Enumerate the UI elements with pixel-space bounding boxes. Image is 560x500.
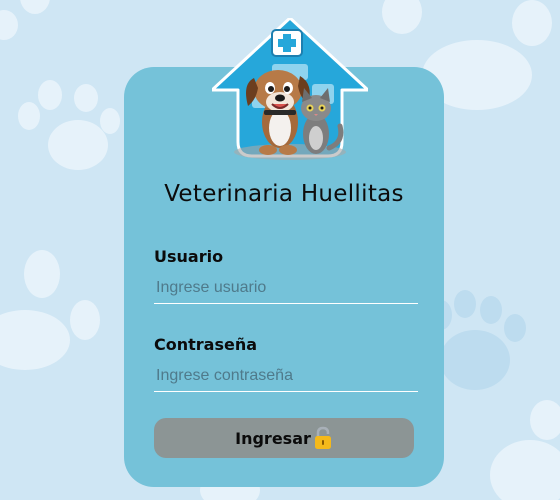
password-label: Contraseña: [154, 335, 258, 354]
lock-icon: [314, 426, 331, 449]
login-button-label: Ingresar: [235, 428, 311, 448]
page-title: Veterinaria Huellitas: [164, 181, 404, 207]
login-button[interactable]: Ingresar: [154, 418, 414, 458]
veterinary-logo: [212, 18, 368, 160]
username-label: Usuario: [154, 247, 224, 266]
password-input[interactable]: [154, 361, 418, 392]
username-input[interactable]: [154, 273, 418, 304]
